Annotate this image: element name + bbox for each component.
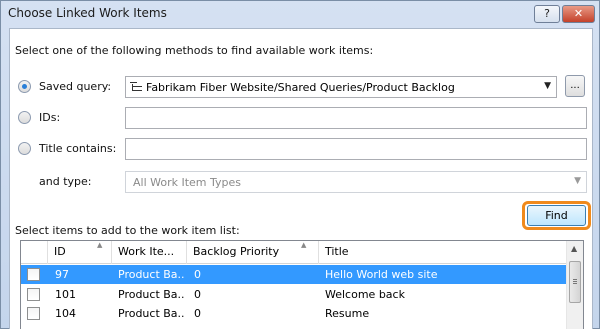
instructions-text: Select one of the following methods to f… [15,44,374,57]
table-row[interactable]: 97 Product Ba... 0 Hello World web site [21,265,566,284]
title-bar: Choose Linked Work Items ? ✕ [1,1,599,27]
column-header-id-label: ID [54,245,66,258]
list-label: Select items to add to the work item lis… [15,224,240,237]
column-header-select[interactable] [21,241,48,264]
row-backlog-priority: 0 [194,288,201,301]
tree-query-icon [130,81,143,92]
work-item-type-value: All Work Item Types [133,176,242,189]
column-header-title-label: Title [325,245,349,258]
saved-query-combo[interactable]: Fabrikam Fiber Website/Shared Queries/Pr… [125,76,557,98]
column-header-work-item-type[interactable]: Work Ite... [112,241,187,264]
ids-input[interactable] [125,107,587,129]
ids-label: IDs: [39,111,61,124]
row-checkbox[interactable] [27,307,40,320]
row-checkbox[interactable] [27,268,40,281]
grid-vertical-scrollbar[interactable]: ▲ [566,241,583,329]
row-work-item-type: Product Ba... [118,307,184,320]
results-grid: ID ▲ Work Ite... Backlog Priority ▲ Titl… [20,240,584,329]
ids-radio[interactable] [18,111,31,124]
dialog-body: Select one of the following methods to f… [9,28,593,329]
help-button[interactable]: ? [534,5,560,23]
row-id: 101 [55,288,76,301]
type-label: and type: [39,175,92,188]
find-button[interactable]: Find [527,205,586,226]
grid-header: ID ▲ Work Ite... Backlog Priority ▲ Titl… [21,241,566,264]
row-backlog-priority: 0 [194,307,201,320]
saved-query-value: Fabrikam Fiber Website/Shared Queries/Pr… [146,81,455,94]
row-title: Resume [325,307,370,320]
saved-query-value-wrap: Fabrikam Fiber Website/Shared Queries/Pr… [130,81,455,94]
scroll-up-icon[interactable]: ▲ [571,244,577,253]
row-backlog-priority: 0 [194,268,201,281]
row-work-item-type: Product Ba... [118,288,184,301]
title-contains-label: Title contains: [39,142,117,155]
column-header-work-item-type-label: Work Ite... [118,245,175,258]
saved-query-label: Saved query: [39,80,112,93]
saved-query-radio[interactable] [18,80,31,93]
table-row[interactable]: 104 Product Ba... 0 Resume [21,304,566,323]
row-checkbox[interactable] [27,288,40,301]
row-title: Hello World web site [325,268,438,281]
scrollbar-thumb[interactable] [569,261,581,303]
column-header-backlog-priority-label: Backlog Priority [193,245,280,258]
row-id: 97 [55,268,69,281]
column-header-title[interactable]: Title [319,241,566,264]
row-title: Welcome back [325,288,405,301]
row-id: 104 [55,307,76,320]
sort-ascending-icon: ▲ [301,241,307,249]
window-title: Choose Linked Work Items [8,6,167,20]
title-contains-input[interactable] [125,138,587,160]
find-highlight-ring: Find [522,201,591,230]
sort-ascending-icon: ▲ [97,241,103,249]
row-work-item-type: Product Ba... [118,268,184,281]
title-contains-radio[interactable] [18,142,31,155]
browse-query-button[interactable]: ... [565,75,585,97]
column-header-id[interactable]: ID [48,241,112,264]
table-row[interactable]: 101 Product Ba... 0 Welcome back [21,285,566,304]
chevron-down-icon: ▼ [544,81,551,91]
work-item-type-combo[interactable]: All Work Item Types ▼ [125,171,587,193]
chevron-down-icon: ▼ [574,176,581,186]
close-button[interactable]: ✕ [562,5,595,23]
dialog-window: Choose Linked Work Items ? ✕ Select one … [0,0,600,329]
column-header-backlog-priority[interactable]: Backlog Priority [187,241,319,264]
